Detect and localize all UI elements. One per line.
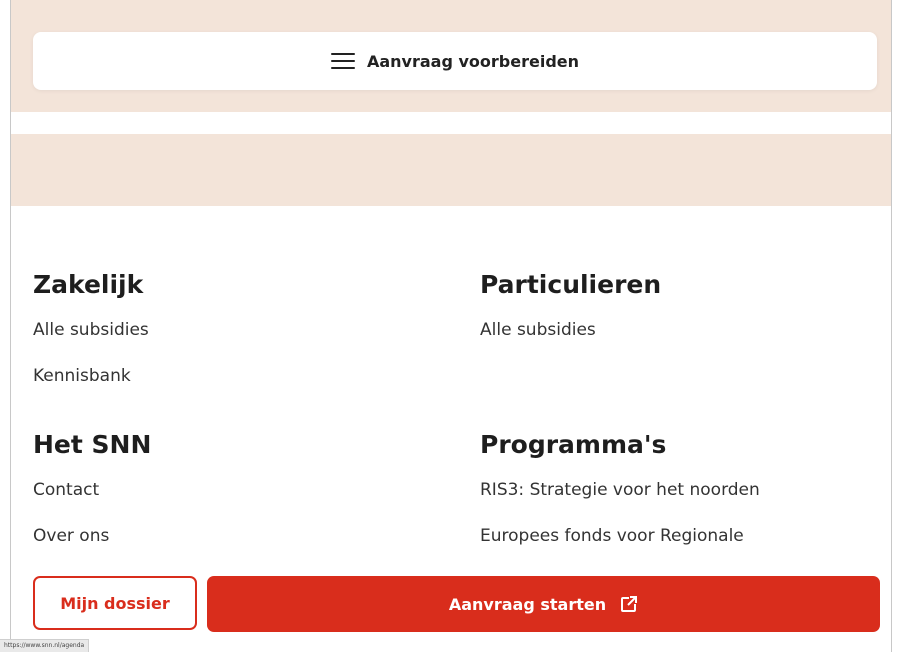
footer-link-ris3[interactable]: RIS3: Strategie voor het noorden xyxy=(480,478,880,524)
start-application-button[interactable]: Aanvraag starten xyxy=(207,576,880,632)
footer-link-alle-subsidies-zakelijk[interactable]: Alle subsidies xyxy=(33,318,433,364)
page-frame: Aanvraag voorbereiden Zakelijk Alle subs… xyxy=(10,0,892,652)
hamburger-menu-icon xyxy=(330,52,355,70)
sticky-action-bar: Mijn dossier Aanvraag starten xyxy=(11,566,891,652)
footer-group-het-snn: Het SNN Contact Over ons xyxy=(33,428,433,570)
footer-group-programmas: Programma's RIS3: Strategie voor het noo… xyxy=(480,428,880,570)
footer-link-kennisbank[interactable]: Kennisbank xyxy=(33,364,433,410)
decorative-band xyxy=(11,134,891,206)
my-dossier-button[interactable]: Mijn dossier xyxy=(33,576,197,630)
footer-link-contact[interactable]: Contact xyxy=(33,478,433,524)
footer-spacer xyxy=(480,364,880,410)
footer-link-europees-fonds[interactable]: Europees fonds voor Regionale xyxy=(480,524,880,570)
footer-column-right: Particulieren Alle subsidies Programma's… xyxy=(480,268,880,588)
footer-group-title: Programma's xyxy=(480,430,667,459)
footer-link-over-ons[interactable]: Over ons xyxy=(33,524,433,570)
prepare-application-toggle[interactable]: Aanvraag voorbereiden xyxy=(33,32,877,90)
my-dossier-label: Mijn dossier xyxy=(60,593,170,613)
footer-group-particulieren: Particulieren Alle subsidies xyxy=(480,268,880,410)
external-link-icon xyxy=(621,596,638,612)
prepare-application-label: Aanvraag voorbereiden xyxy=(366,51,580,71)
start-application-label: Aanvraag starten xyxy=(448,594,607,614)
footer-group-title: Particulieren xyxy=(480,270,662,299)
footer-group-title: Het SNN xyxy=(33,430,152,459)
section-divider xyxy=(11,112,891,134)
footer-column-left: Zakelijk Alle subsidies Kennisbank Het S… xyxy=(33,268,433,588)
footer-link-alle-subsidies-particulieren[interactable]: Alle subsidies xyxy=(480,318,880,364)
footer-group-zakelijk: Zakelijk Alle subsidies Kennisbank xyxy=(33,268,433,410)
status-bar-url: https://www.snn.nl/agenda xyxy=(0,639,90,652)
footer-group-title: Zakelijk xyxy=(33,270,144,299)
